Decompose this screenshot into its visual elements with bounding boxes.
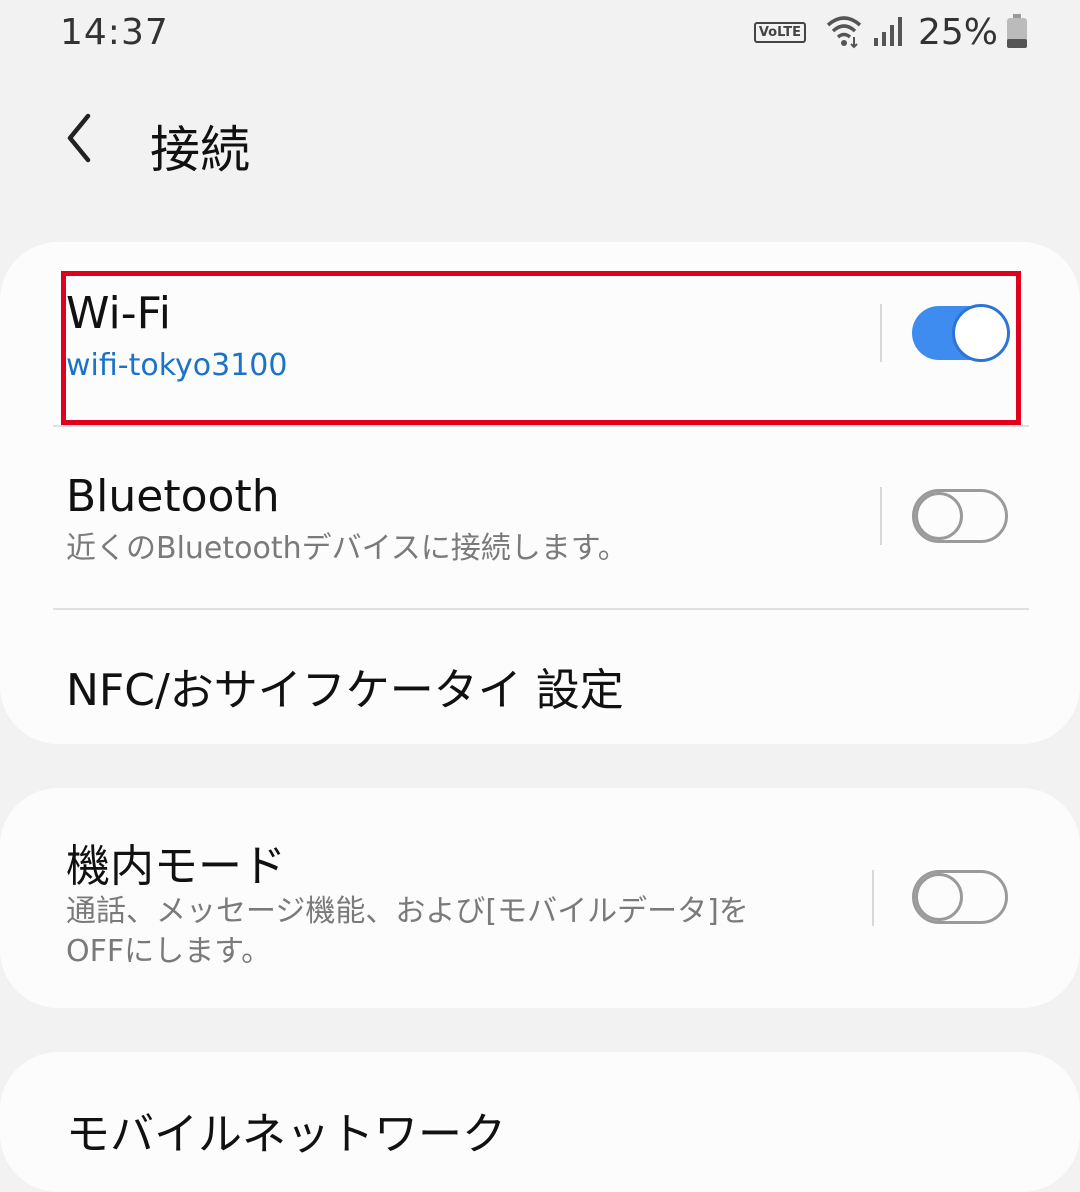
toggle-knob xyxy=(915,873,963,921)
bluetooth-description: 近くのBluetoothデバイスに接続します。 xyxy=(66,531,628,566)
bluetooth-row[interactable]: Bluetooth 近くのBluetoothデバイスに接続します。 xyxy=(0,427,1080,608)
wifi-toggle[interactable] xyxy=(912,304,1010,362)
row-divider xyxy=(880,304,882,362)
cellular-signal-icon xyxy=(872,14,906,52)
row-divider xyxy=(880,487,882,545)
page-title: 接続 xyxy=(150,121,250,179)
airplane-mode-description-line1: 通話、メッセージ機能、および[モバイルデータ]を xyxy=(66,894,749,929)
mobile-network-row[interactable]: モバイルネットワーク xyxy=(0,1052,1080,1192)
airplane-mode-row[interactable]: 機内モード 通話、メッセージ機能、および[モバイルデータ]を OFFにします。 xyxy=(0,788,1080,1008)
airplane-mode-description-line2: OFFにします。 xyxy=(66,934,272,969)
chevron-left-icon xyxy=(67,113,91,163)
battery-icon xyxy=(1006,13,1028,53)
connections-card: Wi-Fi wifi-tokyo3100 Bluetooth 近くのBlueto… xyxy=(0,242,1080,744)
battery-percent: 25% xyxy=(917,12,998,53)
header: 接続 xyxy=(0,80,1080,200)
mobile-network-card: モバイルネットワーク xyxy=(0,1052,1080,1192)
airplane-card: 機内モード 通話、メッセージ機能、および[モバイルデータ]を OFFにします。 xyxy=(0,788,1080,1008)
airplane-mode-toggle[interactable] xyxy=(912,870,1008,924)
bluetooth-toggle[interactable] xyxy=(912,489,1008,543)
status-icons: VoLTE 25% xyxy=(753,12,1028,53)
wifi-title: Wi-Fi xyxy=(66,288,171,339)
toggle-knob xyxy=(952,304,1010,362)
status-bar: 14:37 VoLTE 25% xyxy=(0,0,1080,72)
status-time: 14:37 xyxy=(60,12,169,53)
wifi-network-name: wifi-tokyo3100 xyxy=(66,348,288,383)
toggle-knob xyxy=(915,492,963,540)
mobile-network-title: モバイルネットワーク xyxy=(66,1109,506,1160)
row-divider xyxy=(872,870,874,926)
back-button[interactable] xyxy=(58,108,118,172)
airplane-mode-title: 機内モード xyxy=(66,841,286,892)
nfc-row[interactable]: NFC/おサイフケータイ 設定 xyxy=(0,610,1080,744)
nfc-title: NFC/おサイフケータイ 設定 xyxy=(66,665,624,716)
volte-icon: VoLTE xyxy=(753,22,806,43)
wifi-row[interactable]: Wi-Fi wifi-tokyo3100 xyxy=(0,242,1080,425)
bluetooth-title: Bluetooth xyxy=(66,471,280,522)
wifi-signal-icon xyxy=(824,13,864,53)
